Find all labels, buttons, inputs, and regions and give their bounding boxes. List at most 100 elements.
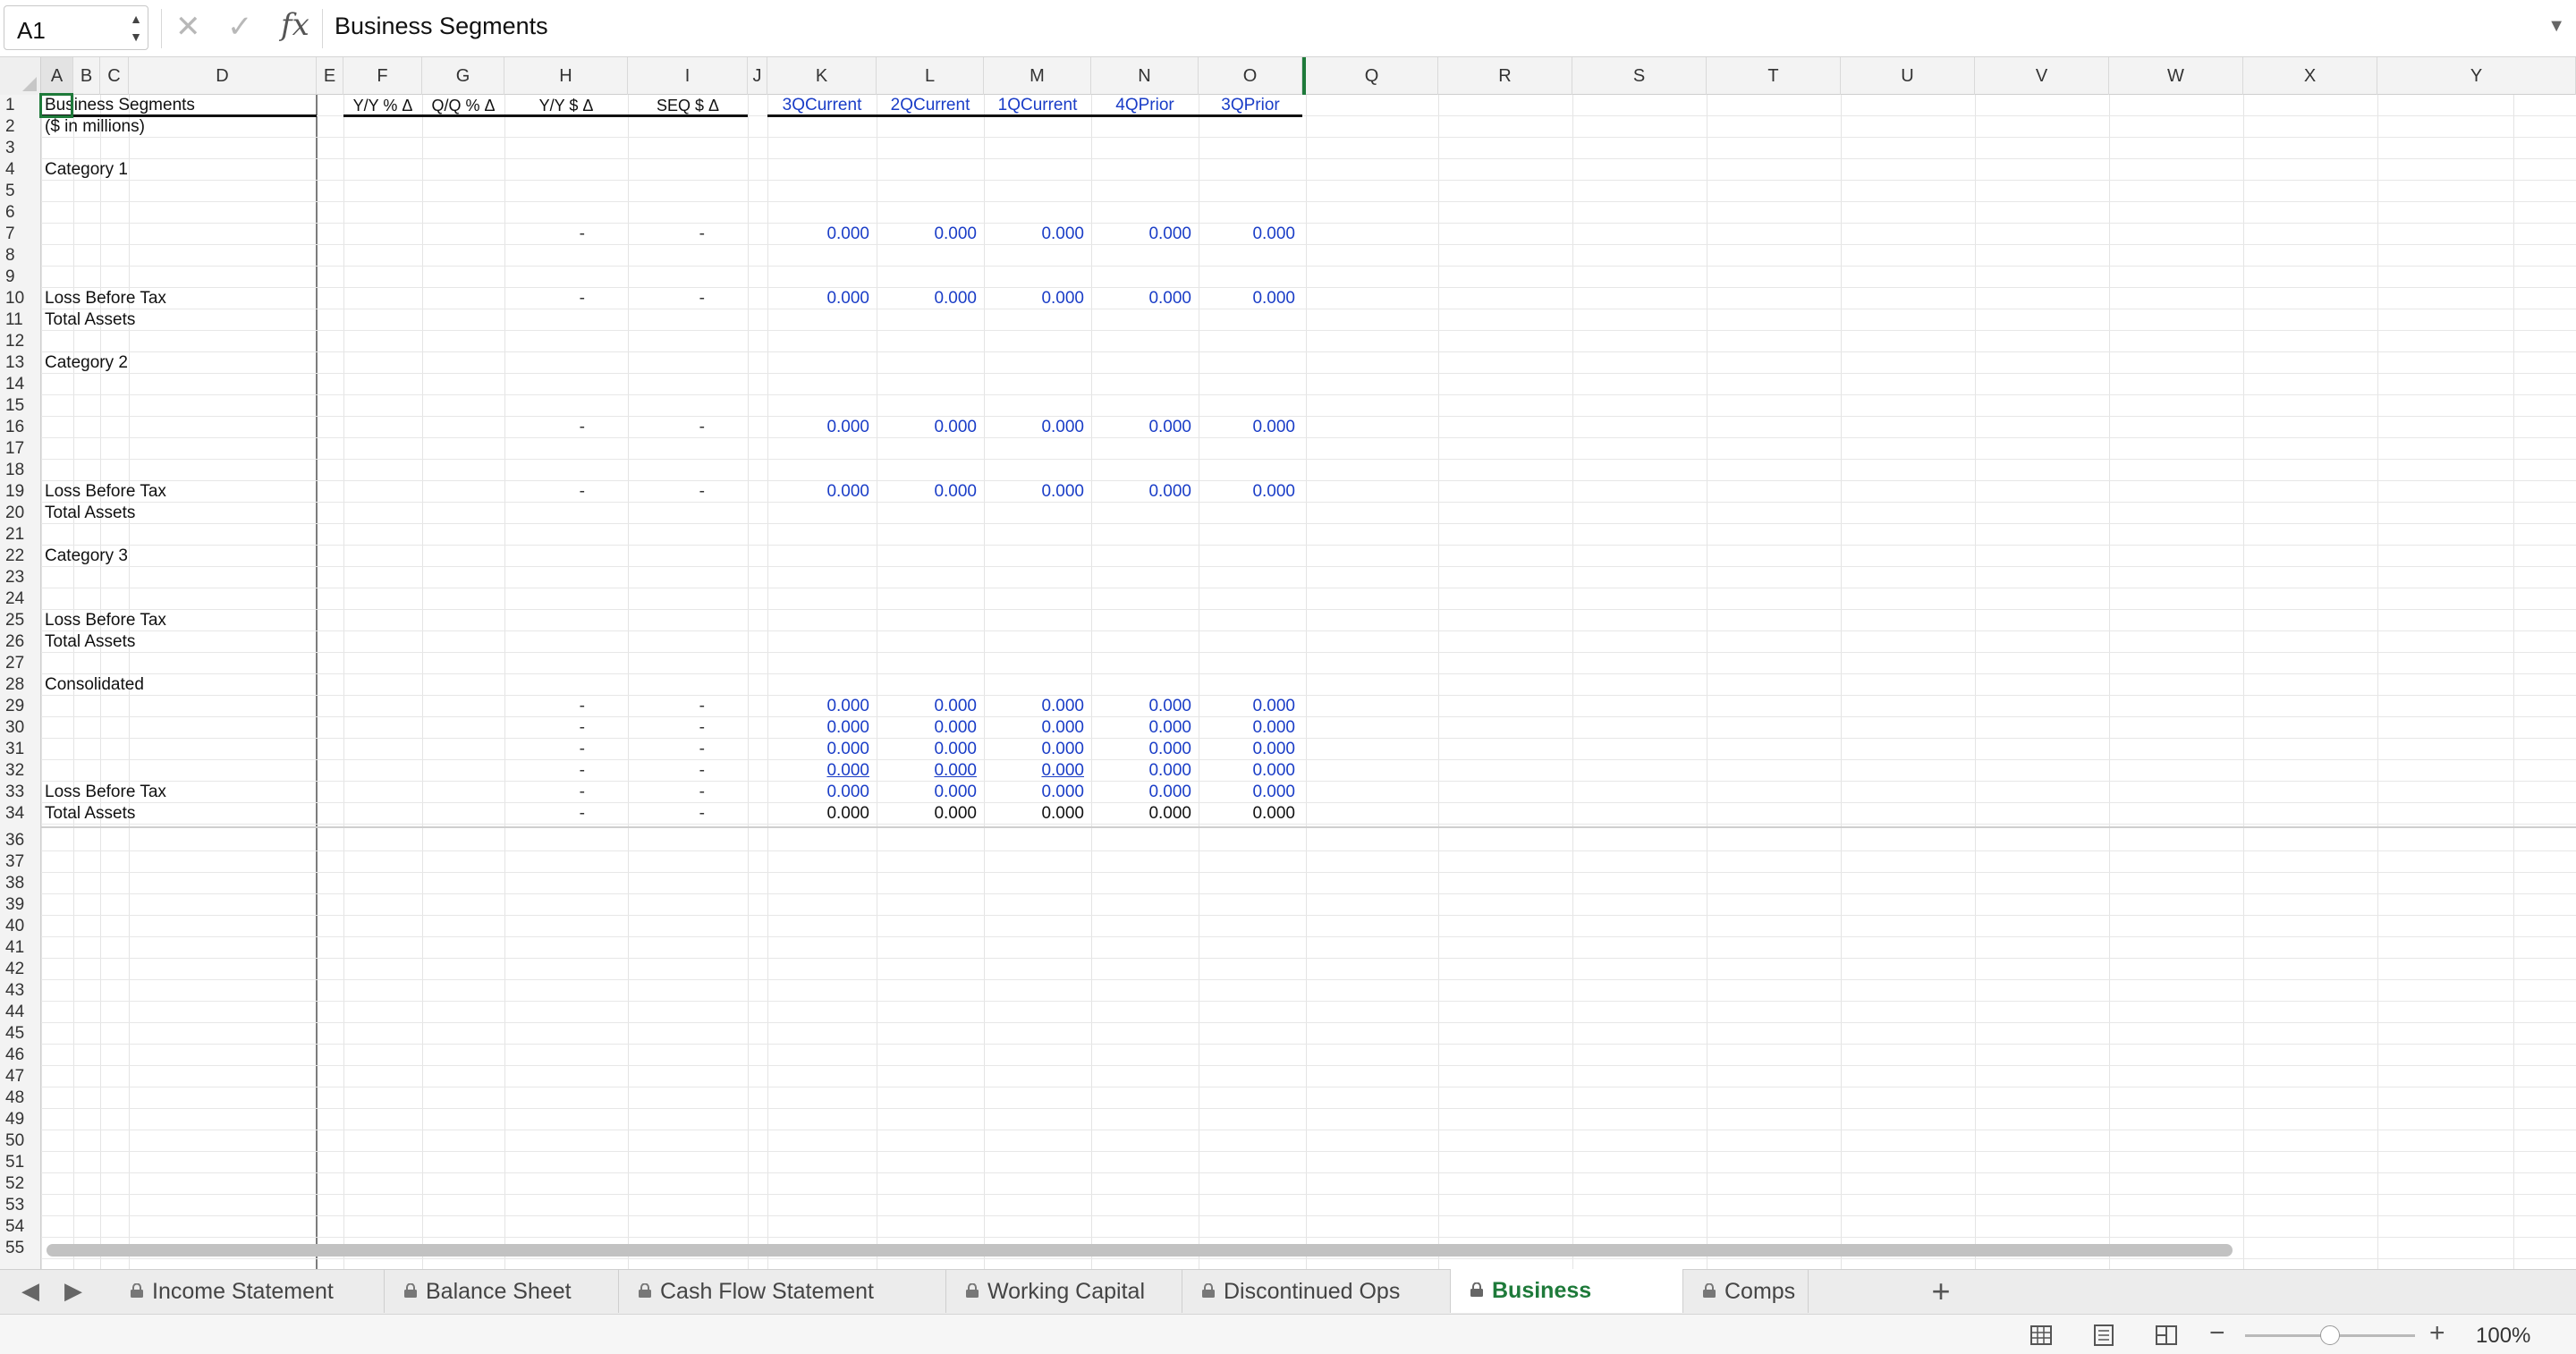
row-header-14[interactable]: 14 xyxy=(0,374,41,395)
row-header-22[interactable]: 22 xyxy=(0,546,41,567)
sheet-tab-balance-sheet[interactable]: Balance Sheet xyxy=(385,1270,619,1313)
column-header-n[interactable]: N xyxy=(1091,57,1199,95)
cell-area[interactable]: Business Segments ($ in millions) Y/Y % ΔQ… xyxy=(39,93,2576,1269)
column-header-q[interactable]: Q xyxy=(1306,57,1438,95)
row-header-24[interactable]: 24 xyxy=(0,588,41,610)
add-sheet-button[interactable]: + xyxy=(1923,1270,1959,1313)
row-header-10[interactable]: 10 xyxy=(0,288,41,309)
zoom-out-icon[interactable]: − xyxy=(2209,1318,2225,1349)
column-header-i[interactable]: I xyxy=(628,57,748,95)
row-header-48[interactable]: 48 xyxy=(0,1087,41,1109)
column-header-o[interactable]: O xyxy=(1199,57,1302,95)
column-header-t[interactable]: T xyxy=(1707,57,1841,95)
row-header-5[interactable]: 5 xyxy=(0,181,41,202)
row-header-2[interactable]: 2 xyxy=(0,116,41,138)
row-header-52[interactable]: 52 xyxy=(0,1173,41,1195)
row-header-3[interactable]: 3 xyxy=(0,138,41,159)
name-box-stepper-icon[interactable]: ▲ ▼ xyxy=(130,10,142,46)
name-box[interactable]: A1 ▲ ▼ xyxy=(4,5,148,50)
sheet-tab-discontinued-ops[interactable]: Discontinued Ops xyxy=(1182,1270,1451,1313)
normal-view-icon[interactable] xyxy=(2023,1322,2059,1349)
formula-input[interactable]: Business Segments xyxy=(335,13,548,40)
column-header-f[interactable]: F xyxy=(343,57,422,95)
function-icon[interactable]: fx xyxy=(281,7,309,43)
row-header-54[interactable]: 54 xyxy=(0,1216,41,1238)
page-break-view-icon[interactable] xyxy=(2148,1322,2184,1349)
column-header-w[interactable]: W xyxy=(2109,57,2243,95)
row-header-20[interactable]: 20 xyxy=(0,503,41,524)
row-header-49[interactable]: 49 xyxy=(0,1109,41,1130)
row-header-17[interactable]: 17 xyxy=(0,438,41,460)
column-header-c[interactable]: C xyxy=(100,57,129,95)
row-header-28[interactable]: 28 xyxy=(0,674,41,696)
confirm-check-icon[interactable]: ✓ xyxy=(227,9,253,45)
row-header-21[interactable]: 21 xyxy=(0,524,41,546)
column-header-h[interactable]: H xyxy=(504,57,628,95)
row-header-23[interactable]: 23 xyxy=(0,567,41,588)
zoom-slider-thumb[interactable] xyxy=(2320,1325,2340,1345)
column-header-s[interactable]: S xyxy=(1572,57,1707,95)
sheet-tab-comps[interactable]: Comps xyxy=(1683,1270,1809,1313)
row-header-44[interactable]: 44 xyxy=(0,1002,41,1023)
row-header-36[interactable]: 36 xyxy=(0,830,41,851)
row-header-25[interactable]: 25 xyxy=(0,610,41,631)
row-header-26[interactable]: 26 xyxy=(0,631,41,653)
column-header-v[interactable]: V xyxy=(1975,57,2109,95)
row-header-41[interactable]: 41 xyxy=(0,937,41,959)
column-header-k[interactable]: K xyxy=(767,57,877,95)
row-header-9[interactable]: 9 xyxy=(0,267,41,288)
row-header-33[interactable]: 33 xyxy=(0,782,41,803)
page-layout-view-icon[interactable] xyxy=(2086,1322,2122,1349)
row-header-13[interactable]: 13 xyxy=(0,352,41,374)
zoom-in-icon[interactable]: + xyxy=(2429,1318,2445,1349)
row-header-6[interactable]: 6 xyxy=(0,202,41,224)
sheet-tab-business-segments[interactable]: Business Segments xyxy=(1451,1269,1683,1346)
column-header-j[interactable]: J xyxy=(748,57,767,95)
row-header-42[interactable]: 42 xyxy=(0,959,41,980)
row-header-15[interactable]: 15 xyxy=(0,395,41,417)
column-header-x[interactable]: X xyxy=(2243,57,2377,95)
row-header-38[interactable]: 38 xyxy=(0,873,41,894)
sheet-tab-working-capital[interactable]: Working Capital xyxy=(946,1270,1182,1313)
horizontal-scrollbar[interactable] xyxy=(47,1244,2233,1257)
expand-formula-chevron-icon[interactable]: ▼ xyxy=(2547,16,2565,37)
column-header-l[interactable]: L xyxy=(877,57,984,95)
column-header-y[interactable]: Y xyxy=(2377,57,2576,95)
row-header-27[interactable]: 27 xyxy=(0,653,41,674)
row-header-11[interactable]: 11 xyxy=(0,309,41,331)
select-all-corner[interactable] xyxy=(0,57,41,95)
column-header-m[interactable]: M xyxy=(984,57,1091,95)
row-header-39[interactable]: 39 xyxy=(0,894,41,916)
column-header-r[interactable]: R xyxy=(1438,57,1572,95)
selected-cell-a1[interactable] xyxy=(39,93,73,118)
row-header-51[interactable]: 51 xyxy=(0,1152,41,1173)
column-header-b[interactable]: B xyxy=(73,57,100,95)
row-header-37[interactable]: 37 xyxy=(0,851,41,873)
sheet-tab-cash-flow-statement[interactable]: Cash Flow Statement xyxy=(619,1270,946,1313)
sheet-tab-income-statement[interactable]: Income Statement xyxy=(111,1270,385,1313)
row-header-55[interactable]: 55 xyxy=(0,1238,41,1259)
row-header-4[interactable]: 4 xyxy=(0,159,41,181)
previous-sheet-arrow-icon[interactable]: ◀ xyxy=(21,1277,39,1305)
row-header-47[interactable]: 47 xyxy=(0,1066,41,1087)
row-header-46[interactable]: 46 xyxy=(0,1045,41,1066)
row-header-31[interactable]: 31 xyxy=(0,739,41,760)
row-header-16[interactable]: 16 xyxy=(0,417,41,438)
row-header-12[interactable]: 12 xyxy=(0,331,41,352)
row-header-30[interactable]: 30 xyxy=(0,717,41,739)
column-header-d[interactable]: D xyxy=(129,57,317,95)
row-header-45[interactable]: 45 xyxy=(0,1023,41,1045)
row-header-32[interactable]: 32 xyxy=(0,760,41,782)
row-header-29[interactable]: 29 xyxy=(0,696,41,717)
row-header-18[interactable]: 18 xyxy=(0,460,41,481)
row-header-1[interactable]: 1 xyxy=(0,95,41,116)
column-header-e[interactable]: E xyxy=(317,57,343,95)
row-header-8[interactable]: 8 xyxy=(0,245,41,267)
sheet-grid[interactable]: ABCDEFGHIJKLMNOQRSTUVWXY 1 2 3 4 5 6 7 8 9 10 11 12… xyxy=(0,57,2576,1269)
row-header-40[interactable]: 40 xyxy=(0,916,41,937)
cancel-icon[interactable]: ✕ xyxy=(175,9,201,45)
column-header-g[interactable]: G xyxy=(422,57,504,95)
row-header-7[interactable]: 7 xyxy=(0,224,41,245)
column-header-a[interactable]: A xyxy=(41,57,73,95)
next-sheet-arrow-icon[interactable]: ▶ xyxy=(64,1277,82,1305)
